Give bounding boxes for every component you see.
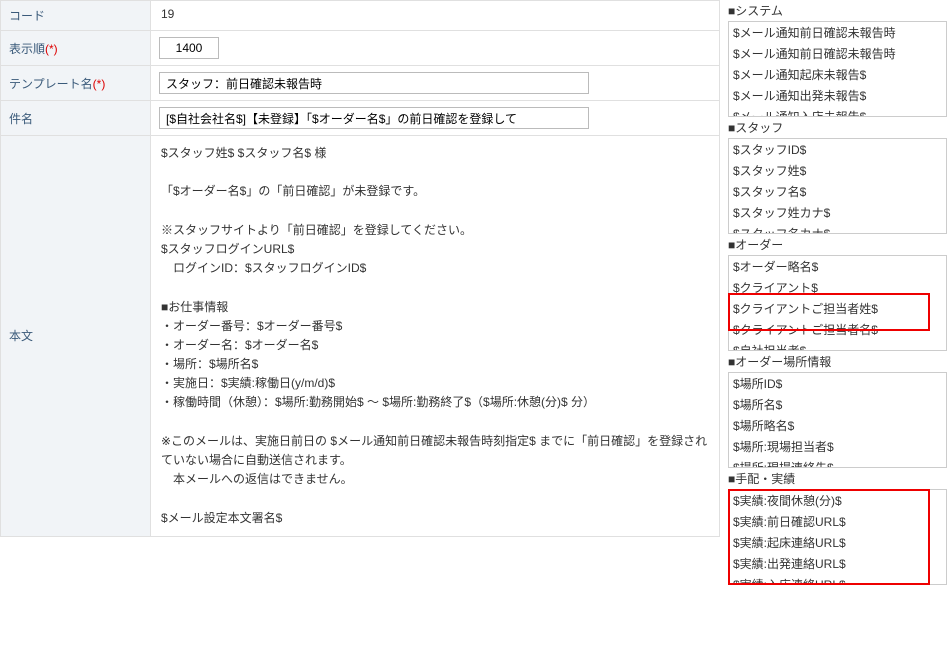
variable-item[interactable]: $実績:入店連絡URL$ <box>729 574 946 585</box>
variable-list[interactable]: $スタッフID$$スタッフ姓$$スタッフ名$$スタッフ姓カナ$$スタッフ名カナ$ <box>728 138 947 234</box>
section-title: ■システム <box>728 2 947 19</box>
section-title: ■スタッフ <box>728 119 947 136</box>
variable-item[interactable]: $自社担当者$ <box>729 340 946 351</box>
variable-list[interactable]: $メール通知前日確認未報告時$メール通知前日確認未報告時$メール通知起床未報告$… <box>728 21 947 117</box>
variable-item[interactable]: $場所:現場連絡先$ <box>729 457 946 468</box>
subject-label: 件名 <box>1 101 151 136</box>
variable-item[interactable]: $スタッフ姓$ <box>729 160 946 181</box>
body-text[interactable]: $スタッフ姓$ $スタッフ名$ 様 「$オーダー名$」の「前日確認」が未登録です… <box>159 142 711 530</box>
variable-item[interactable]: $実績:起床連絡URL$ <box>729 532 946 553</box>
section-title: ■オーダー場所情報 <box>728 353 947 370</box>
order-label: 表示順(*) <box>1 31 151 66</box>
order-input[interactable] <box>159 37 219 59</box>
code-label: コード <box>1 1 151 31</box>
variable-item[interactable]: $クライアントご担当者名$ <box>729 319 946 340</box>
variable-item[interactable]: $場所ID$ <box>729 373 946 394</box>
code-value: 19 <box>151 1 720 31</box>
variable-item[interactable]: $メール通知起床未報告$ <box>729 64 946 85</box>
variable-item[interactable]: $オーダー略名$ <box>729 256 946 277</box>
variable-item[interactable]: $クライアント$ <box>729 277 946 298</box>
variable-list[interactable]: $場所ID$$場所名$$場所略名$$場所:現場担当者$$場所:現場連絡先$ <box>728 372 947 468</box>
variable-item[interactable]: $メール通知前日確認未報告時 <box>729 43 946 64</box>
section-title: ■手配・実績 <box>728 470 947 487</box>
variable-sidebar: ■システム$メール通知前日確認未報告時$メール通知前日確認未報告時$メール通知起… <box>720 0 947 585</box>
template-input[interactable] <box>159 72 589 94</box>
variable-item[interactable]: $実績:夜間休憩(分)$ <box>729 490 946 511</box>
variable-list[interactable]: $実績:夜間休憩(分)$$実績:前日確認URL$$実績:起床連絡URL$$実績:… <box>728 489 947 585</box>
variable-item[interactable]: $場所:現場担当者$ <box>729 436 946 457</box>
variable-item[interactable]: $場所略名$ <box>729 415 946 436</box>
body-label: 本文 <box>1 136 151 537</box>
variable-item[interactable]: $メール通知前日確認未報告時 <box>729 22 946 43</box>
section-title: ■オーダー <box>728 236 947 253</box>
variable-item[interactable]: $クライアントご担当者姓$ <box>729 298 946 319</box>
variable-item[interactable]: $実績:前日確認URL$ <box>729 511 946 532</box>
variable-item[interactable]: $メール通知出発未報告$ <box>729 85 946 106</box>
variable-item[interactable]: $場所名$ <box>729 394 946 415</box>
variable-list[interactable]: $オーダー略名$$クライアント$$クライアントご担当者姓$$クライアントご担当者… <box>728 255 947 351</box>
form-table: コード 19 表示順(*) テンプレート名(*) 件名 <box>0 0 720 537</box>
variable-item[interactable]: $スタッフ名カナ$ <box>729 223 946 234</box>
subject-input[interactable] <box>159 107 589 129</box>
variable-item[interactable]: $メール通知入店未報告$ <box>729 106 946 117</box>
variable-item[interactable]: $スタッフ姓カナ$ <box>729 202 946 223</box>
template-label: テンプレート名(*) <box>1 66 151 101</box>
variable-item[interactable]: $スタッフID$ <box>729 139 946 160</box>
variable-item[interactable]: $実績:出発連絡URL$ <box>729 553 946 574</box>
variable-item[interactable]: $スタッフ名$ <box>729 181 946 202</box>
